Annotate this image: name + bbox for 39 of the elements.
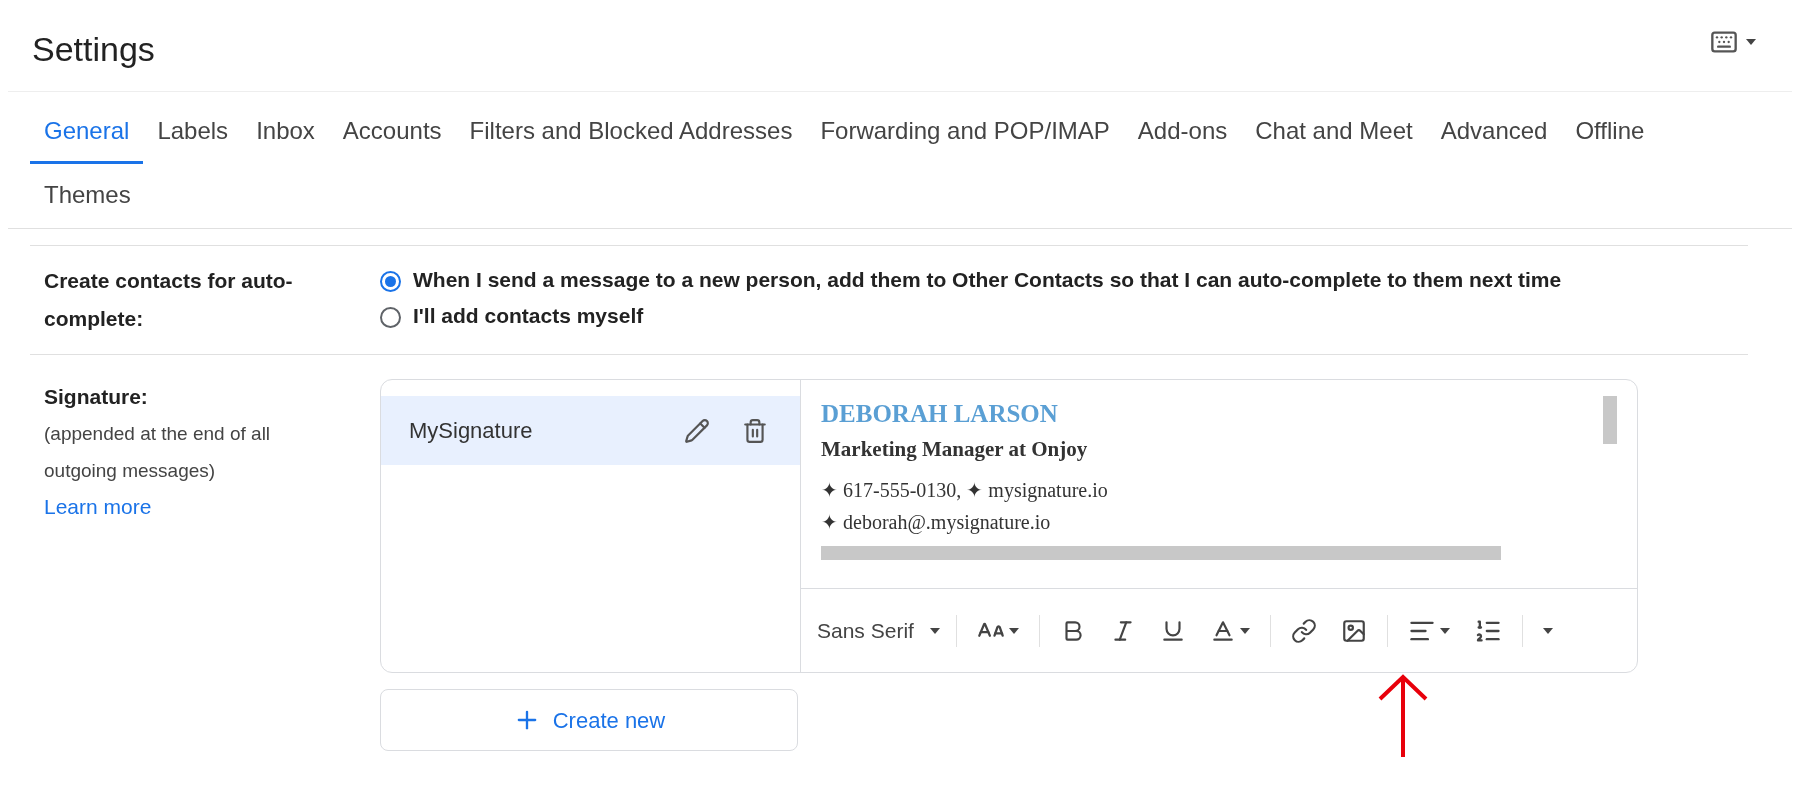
caret-icon	[1746, 39, 1756, 45]
setting-label: Signature:	[44, 384, 149, 410]
more-caret-icon	[1542, 627, 1553, 634]
settings-tab[interactable]: Inbox	[242, 100, 329, 164]
create-new-button[interactable]: Create new	[380, 689, 798, 751]
setting-label: Create contacts for auto-complete:	[44, 269, 293, 330]
settings-tab[interactable]: General	[30, 100, 144, 164]
settings-tab[interactable]: Labels	[143, 100, 243, 164]
radio-label: When I send a message to a new person, add them to Other Contacts so that I can auto-complete to them next time	[413, 267, 1562, 293]
radio-button[interactable]	[380, 271, 401, 292]
settings-tab[interactable]: Offline	[1561, 100, 1659, 164]
image-icon	[1340, 617, 1367, 644]
signature-contact-line: ✦ deborah@.mysignature.io	[821, 510, 1051, 536]
settings-tab[interactable]: Filters and Blocked Addresses	[455, 100, 807, 164]
scrollbar[interactable]	[1603, 396, 1617, 444]
caret-icon	[929, 627, 940, 634]
settings-tab[interactable]: Accounts	[328, 100, 456, 164]
page-title: Settings	[32, 29, 155, 70]
caret-icon	[1008, 627, 1019, 634]
caret-icon	[1239, 627, 1250, 634]
signature-contact-line: ✦ 617-555-0130, ✦ mysignature.io	[821, 478, 1108, 504]
signature-job-title: Marketing Manager at Onjoy	[821, 436, 1088, 463]
settings-tab[interactable]: Add-ons	[1123, 100, 1242, 164]
signature-name: MySignature	[409, 417, 534, 445]
caret-icon	[1439, 627, 1450, 634]
learn-more-link[interactable]: Learn more	[44, 489, 364, 525]
edit-icon[interactable]	[684, 417, 710, 444]
font-dropdown[interactable]: Sans Serif	[813, 610, 944, 651]
settings-tab[interactable]: Chat and Meet	[1241, 100, 1427, 164]
signature-item[interactable]: MySignature	[381, 396, 800, 465]
radio-label: I'll add contacts myself	[413, 303, 644, 329]
settings-tab[interactable]: Forwarding and POP/IMAP	[806, 100, 1124, 164]
signature-person-name: DEBORAH LARSON	[821, 399, 1058, 429]
setting-description: (appended at the end of all outgoing messages)	[44, 422, 272, 483]
delete-icon[interactable]	[742, 417, 768, 444]
settings-tab[interactable]: Advanced	[1426, 100, 1562, 164]
link-icon	[1290, 617, 1317, 644]
settings-tab[interactable]: Themes	[30, 164, 145, 228]
radio-button[interactable]	[380, 307, 401, 328]
